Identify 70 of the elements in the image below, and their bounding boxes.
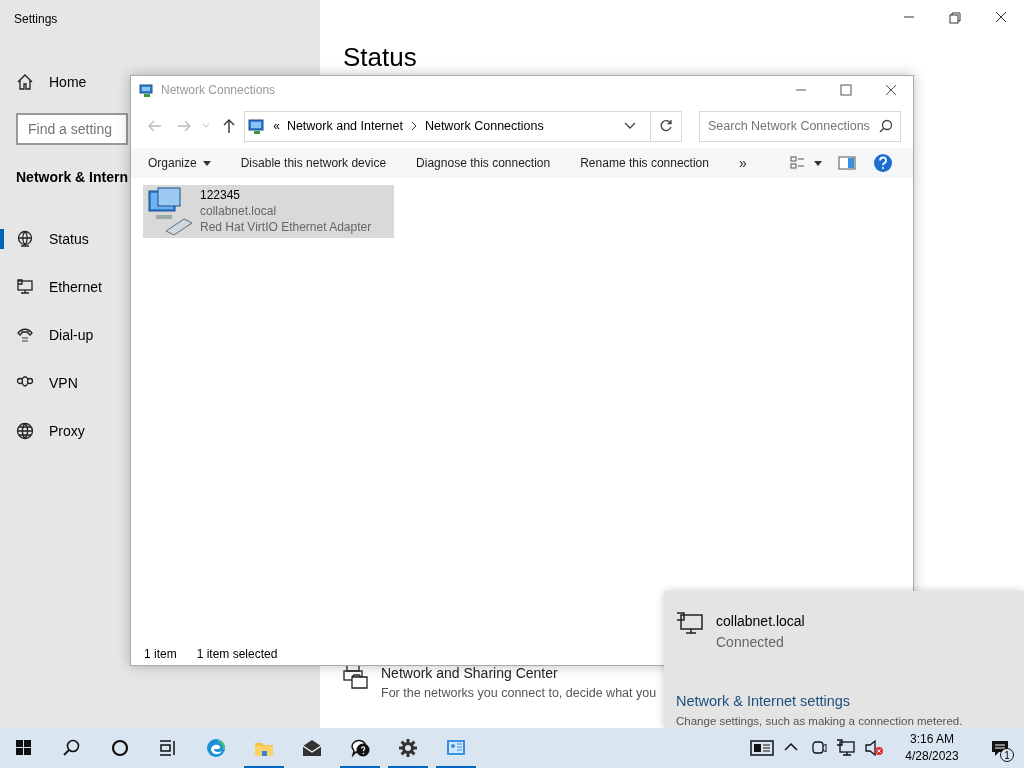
up-arrow-icon	[221, 118, 236, 134]
breadcrumb-item[interactable]: Network Connections	[424, 116, 544, 136]
task-view-icon	[158, 738, 178, 758]
window-title: Settings	[13, 11, 59, 28]
network-icon	[139, 82, 155, 98]
refresh-icon	[659, 119, 674, 133]
toolbar-button[interactable]: Organize	[148, 154, 211, 172]
monitor-icon	[676, 611, 704, 635]
caret-icon	[201, 122, 212, 130]
connection-network: collabnet.local	[200, 203, 278, 219]
forward-arrow-icon	[175, 119, 192, 133]
windows-icon	[14, 738, 34, 758]
notification-count: 1	[1000, 748, 1014, 762]
section-heading: Network & Intern	[16, 169, 128, 185]
breadcrumb-overflow[interactable]: «	[273, 117, 280, 135]
speaker-muted-icon	[864, 738, 884, 758]
settings-link[interactable]: Network & Internet settings	[676, 691, 851, 713]
circle-icon	[110, 738, 130, 758]
sidebar-item[interactable]: Dial-up	[0, 311, 98, 359]
globe-icon	[16, 422, 34, 440]
pane-icon	[838, 156, 856, 170]
network-name: collabnet.local	[716, 612, 805, 631]
monitor-icon	[836, 738, 856, 758]
help-icon	[873, 153, 893, 173]
sharing-center-link[interactable]: Network and Sharing Center	[381, 663, 657, 684]
chevron-icon	[409, 121, 418, 131]
sidebar-item[interactable]: Ethernet	[0, 263, 106, 311]
control-panel-icon	[446, 738, 466, 758]
settings-hint: Change settings, such as making a connection metered.	[676, 713, 964, 729]
sidebar-item[interactable]: VPN	[0, 359, 82, 407]
toolbar-button[interactable]: Diagnose this connection	[416, 154, 551, 172]
toolbar-button[interactable]: Disable this network device	[240, 154, 387, 172]
status-text: 1 item	[144, 646, 177, 663]
connection-name: 122345	[200, 187, 242, 203]
monitor-icon	[16, 278, 34, 296]
clock[interactable]: 3:16 AM 4/28/2023	[888, 728, 976, 768]
minimize-icon	[795, 89, 806, 91]
more-button[interactable]: »	[738, 152, 747, 174]
home-icon	[16, 73, 34, 91]
minimize-icon	[904, 16, 914, 18]
page-heading: Status	[343, 44, 417, 70]
phone-icon	[16, 326, 34, 344]
search-icon	[879, 118, 893, 133]
network-adapter-icon	[146, 187, 194, 235]
status-text: 1 item selected	[196, 646, 278, 663]
search-field[interactable]: Find a setting	[16, 113, 128, 145]
sidebar-item[interactable]: Status	[0, 215, 93, 263]
globe-icon	[16, 230, 34, 248]
back-arrow-icon	[146, 119, 163, 133]
search-icon	[62, 738, 82, 758]
connection-adapter: Red Hat VirtIO Ethernet Adapter	[200, 219, 372, 235]
view-list-icon	[790, 156, 824, 170]
news-icon	[750, 738, 774, 758]
envelope-icon	[302, 738, 322, 758]
chat-bubble-icon	[350, 738, 370, 758]
caret-icon	[202, 160, 211, 166]
window-title: Network Connections	[161, 82, 277, 99]
address-bar[interactable]: « Network and Internet Network Connections	[244, 110, 683, 142]
link-description: For the networks you connect to, decide what you	[381, 685, 657, 702]
chevron-icon	[624, 122, 637, 130]
toolbar-button[interactable]: Rename this connection	[580, 154, 709, 172]
browser-icon	[206, 738, 226, 758]
home-link[interactable]: Home	[0, 58, 91, 106]
breadcrumb-item[interactable]: Network and Internet	[286, 116, 403, 136]
connection-status: Connected	[716, 633, 785, 652]
gear-icon	[398, 738, 418, 758]
notifications-button[interactable]: 1	[976, 728, 1024, 768]
connection-item[interactable]: 122345 collabnet.local Red Hat VirtIO Ethernet Adapter	[143, 185, 394, 238]
sidebar-item[interactable]: Proxy	[0, 407, 89, 455]
network-icon	[248, 117, 267, 135]
